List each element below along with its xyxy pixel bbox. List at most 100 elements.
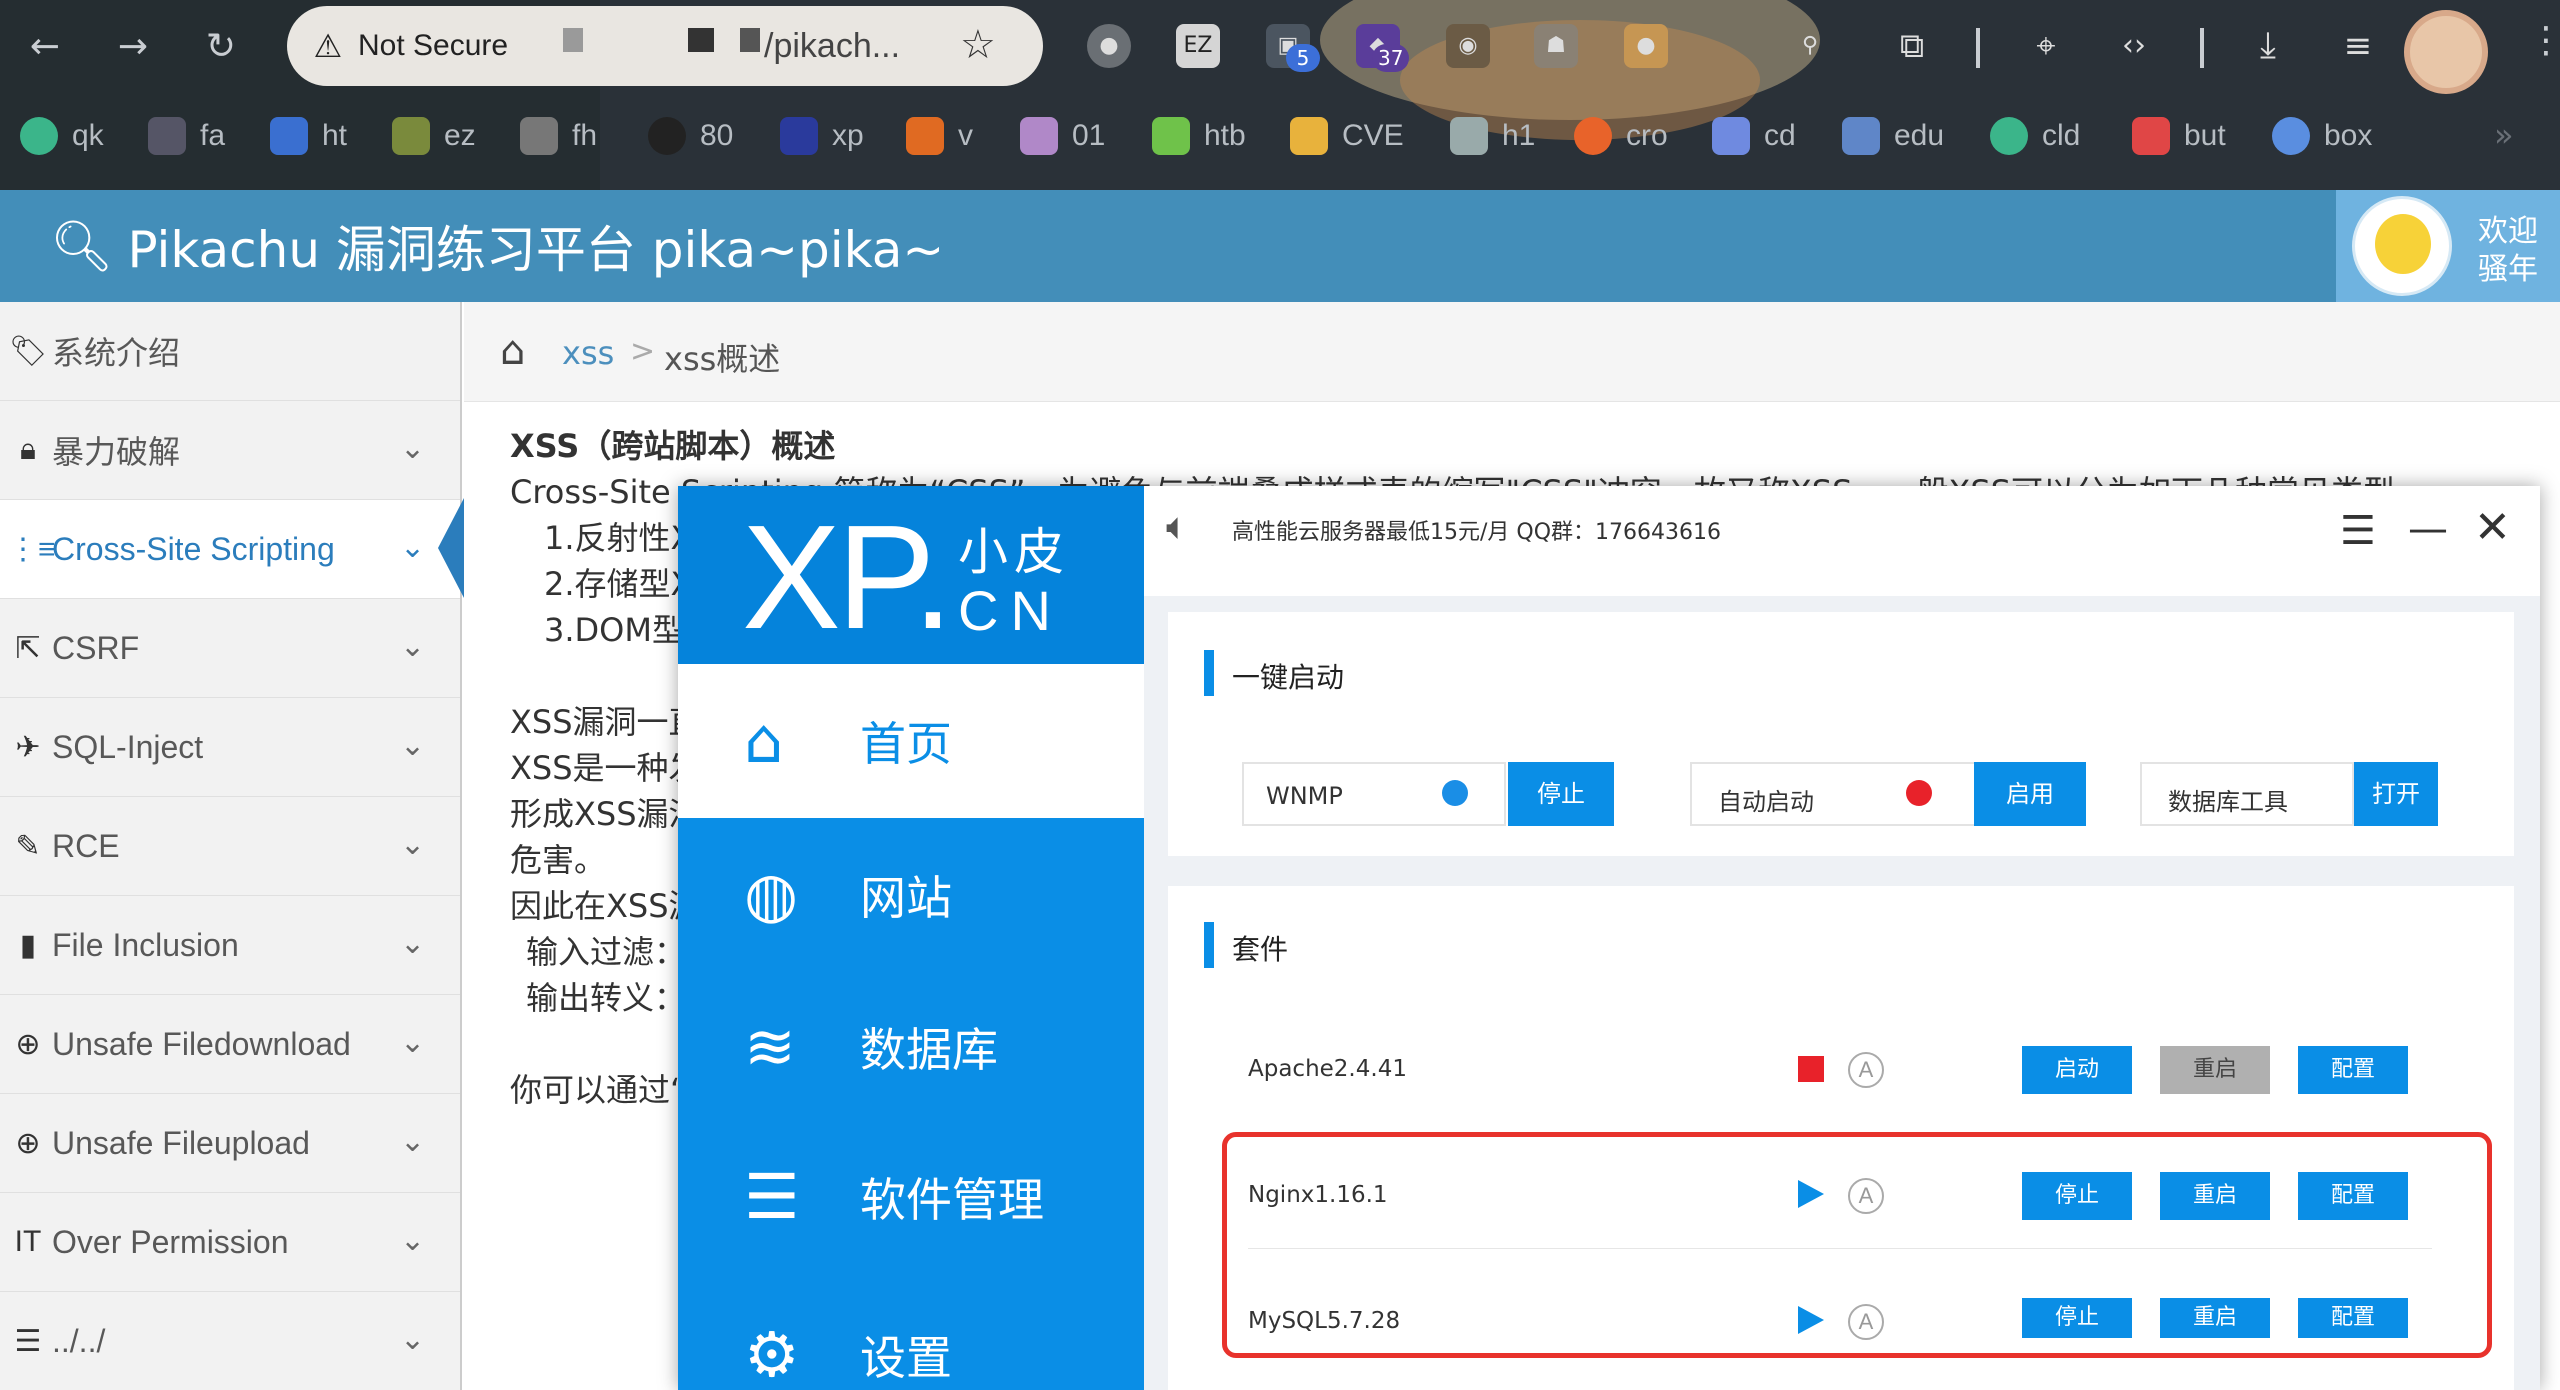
download-icon[interactable]: ⤓ bbox=[2246, 24, 2290, 68]
bookmark-item[interactable]: fa bbox=[148, 114, 225, 158]
breadcrumb-separator: > bbox=[630, 334, 656, 369]
xp-nav-home[interactable]: ⌂ 首页 bbox=[678, 666, 1144, 816]
bookmark-icon bbox=[20, 117, 58, 155]
bookmark-item[interactable]: ez bbox=[392, 114, 476, 158]
qs-label: 数据库工具 bbox=[2168, 788, 2288, 816]
spy-extension-icon[interactable]: ☗ bbox=[1534, 24, 1578, 68]
key-icon: 🔍︎ bbox=[50, 217, 114, 275]
url-text[interactable]: /pikach... bbox=[764, 25, 900, 67]
more-menu-icon[interactable]: ⋮ bbox=[2528, 20, 2560, 61]
section-marker bbox=[1204, 650, 1214, 696]
xp-notice[interactable]: 高性能云服务器最低15元/月 QQ群：176643616 bbox=[1232, 514, 1721, 546]
bookmark-icon bbox=[1290, 117, 1328, 155]
hamburger-menu-icon[interactable]: ☰ bbox=[2340, 508, 2376, 554]
bookmark-item[interactable]: 80 bbox=[648, 114, 733, 158]
chevron-down-icon: ⌄ bbox=[400, 630, 426, 663]
sidebar-item-unsafe-filedownload[interactable]: ⊕ Unsafe Filedownload ⌄ bbox=[0, 995, 460, 1094]
list-icon: ⋮≡ bbox=[8, 532, 56, 566]
close-icon[interactable]: ✕ bbox=[2474, 502, 2511, 553]
sidebar-item-csrf[interactable]: ⇱ CSRF ⌄ bbox=[0, 599, 460, 698]
breadcrumb-link[interactable]: xss bbox=[562, 334, 614, 372]
bookmark-icon bbox=[1712, 117, 1750, 155]
xp-nav-settings[interactable]: ⚙ 设置 bbox=[678, 1280, 1144, 1390]
profile-avatar[interactable] bbox=[2404, 10, 2488, 94]
xp-nav-website[interactable]: ◍ 网站 bbox=[678, 820, 1144, 970]
auto-start-enable-button[interactable]: 启用 bbox=[1974, 762, 2086, 826]
warning-icon[interactable]: ⚠ bbox=[308, 26, 348, 66]
home-icon[interactable]: ⌂ bbox=[500, 328, 525, 374]
extension-icon[interactable]: ◉ bbox=[1446, 24, 1490, 68]
sidebar-item-rce[interactable]: ✎ RCE ⌄ bbox=[0, 797, 460, 896]
qs-label: 自动启动 bbox=[1718, 788, 1814, 816]
sidebar-item-sql-inject[interactable]: ✈ SQL-Inject ⌄ bbox=[0, 698, 460, 797]
more-bookmarks-icon[interactable]: » bbox=[2494, 116, 2514, 154]
tag-icon: 🏷︎ bbox=[8, 334, 48, 368]
external-link-icon: ⇱ bbox=[15, 631, 41, 665]
url-redacted-block bbox=[740, 28, 760, 52]
breadcrumb-current: xss概述 bbox=[664, 340, 781, 378]
bookmark-item[interactable]: fh bbox=[520, 114, 597, 158]
bookmark-item[interactable]: box bbox=[2272, 114, 2372, 158]
wnmp-stop-button[interactable]: 停止 bbox=[1508, 762, 1614, 826]
bookmark-icon bbox=[2272, 117, 2310, 155]
incognito-icon[interactable]: ⌖ bbox=[2024, 24, 2068, 68]
app-brand[interactable]: 🔍︎ Pikachu 漏洞练习平台 pika~pika~ bbox=[50, 212, 944, 280]
cookie-extension-icon[interactable]: ● bbox=[1624, 24, 1668, 68]
bookmark-item[interactable]: htb bbox=[1152, 114, 1246, 158]
content-text: 输出转义： bbox=[526, 979, 687, 1017]
bookmark-icon bbox=[1574, 117, 1612, 155]
bookmark-item[interactable]: CVE bbox=[1290, 114, 1404, 158]
bookmark-icon bbox=[392, 117, 430, 155]
bookmark-icon bbox=[648, 117, 686, 155]
bookmark-item[interactable]: cd bbox=[1712, 114, 1796, 158]
minimize-icon[interactable]: — bbox=[2408, 506, 2448, 552]
bookmark-item[interactable]: ht bbox=[270, 114, 347, 158]
reload-icon[interactable]: ↻ bbox=[196, 22, 246, 72]
sidebar-item-unsafe-fileupload[interactable]: ⊕ Unsafe Fileupload ⌄ bbox=[0, 1094, 460, 1193]
code-icon[interactable]: ‹› bbox=[2112, 24, 2156, 68]
auto-start-icon[interactable]: A bbox=[1848, 1052, 1884, 1088]
chevron-down-icon: ⌄ bbox=[400, 1026, 426, 1059]
chevron-down-icon: ⌄ bbox=[400, 828, 426, 861]
content-text: 危害。 bbox=[510, 841, 607, 879]
chevron-down-icon: ⌄ bbox=[400, 1224, 426, 1257]
content-heading: XSS（跨站脚本）概述 bbox=[510, 427, 836, 465]
sidebar-item-file-inclusion[interactable]: ▮ File Inclusion ⌄ bbox=[0, 896, 460, 995]
bookmark-star-icon[interactable]: ☆ bbox=[960, 22, 996, 68]
service-name: Apache2.4.41 bbox=[1248, 1056, 1407, 1082]
bookmark-item[interactable]: cro bbox=[1574, 114, 1668, 158]
bookmark-item[interactable]: cld bbox=[1990, 114, 2080, 158]
bookmark-item[interactable]: but bbox=[2132, 114, 2226, 158]
text-cursor-icon: IT bbox=[14, 1225, 42, 1258]
sidebar-item-brute-force[interactable]: 🔒︎ 暴力破解 ⌄ bbox=[0, 401, 460, 500]
apache-config-button[interactable]: 配置 bbox=[2298, 1046, 2408, 1094]
bookmark-item[interactable]: edu bbox=[1842, 114, 1944, 158]
security-label[interactable]: Not Secure bbox=[358, 25, 508, 67]
bookmark-item[interactable]: v bbox=[906, 114, 973, 158]
puzzle-icon[interactable]: ⧉ bbox=[1890, 24, 1934, 68]
bookmark-item[interactable]: xp bbox=[780, 114, 864, 158]
db-tool-open-button[interactable]: 打开 bbox=[2354, 762, 2438, 826]
bookmark-item[interactable]: 01 bbox=[1020, 114, 1105, 158]
chevron-down-icon: ⌄ bbox=[400, 729, 426, 762]
apache-start-button[interactable]: 启动 bbox=[2022, 1046, 2132, 1094]
home-icon: ⌂ bbox=[744, 704, 784, 777]
sidebar-item-xss[interactable]: ⋮≡ Cross-Site Scripting ⌄ bbox=[0, 500, 460, 599]
bookmark-icon bbox=[1450, 117, 1488, 155]
pikachu-avatar-icon bbox=[2375, 214, 2431, 274]
sidebar-item-dir-traversal[interactable]: ☰ ../../⌄ bbox=[0, 1292, 460, 1390]
xp-nav-software[interactable]: ☰ 软件管理 bbox=[678, 1122, 1144, 1272]
bookmark-icon bbox=[780, 117, 818, 155]
record-icon[interactable]: ● bbox=[1087, 24, 1131, 68]
xp-nav-database[interactable]: ≋ 数据库 bbox=[678, 972, 1144, 1122]
bookmark-item[interactable]: h1 bbox=[1450, 114, 1535, 158]
apache-restart-button[interactable]: 重启 bbox=[2160, 1046, 2270, 1094]
forward-icon[interactable]: → bbox=[108, 22, 158, 72]
sidebar-item-intro[interactable]: 🏷︎ 系统介绍 bbox=[0, 302, 460, 401]
sidebar-item-over-permission[interactable]: IT Over Permission ⌄ bbox=[0, 1193, 460, 1292]
extension-icon[interactable]: ⚲ bbox=[1788, 24, 1832, 68]
back-icon[interactable]: ← bbox=[20, 22, 70, 72]
media-queue-icon[interactable]: ≡ bbox=[2336, 24, 2380, 68]
bookmark-item[interactable]: qk bbox=[20, 114, 104, 158]
ez-extension-icon[interactable]: EZ bbox=[1176, 24, 1220, 68]
